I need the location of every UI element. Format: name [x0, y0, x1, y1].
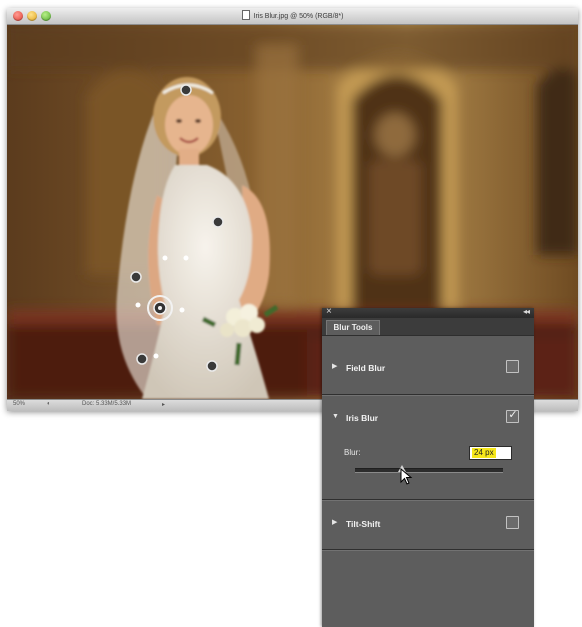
arrow-cursor-icon — [400, 468, 413, 485]
tilt-shift-header[interactable]: ▶ Tilt-Shift — [332, 516, 380, 530]
status-doc-size: Doc: 5.33M/5.33M — [82, 401, 132, 407]
blur-tools-panel: × ◂◂ Blur Tools ▶ Field Blur ▼ Iris Blur ✓… — [322, 306, 534, 627]
checkmark-icon: ✓ — [508, 409, 518, 421]
feather-handle[interactable] — [162, 255, 168, 261]
window-title: Iris Blur.jpg @ 50% (RGB/8*) — [253, 13, 344, 20]
iris-blur-section: ▼ Iris Blur ✓ Blur: 24 px — [322, 396, 534, 501]
tilt-shift-label: Tilt-Shift — [346, 519, 381, 529]
ellipse-handle-icon[interactable] — [180, 84, 192, 96]
window-titlebar[interactable]: Iris Blur.jpg @ 50% (RGB/8*) — [7, 8, 578, 25]
blur-amount-label: Blur: — [344, 448, 361, 457]
iris-blur-checkbox[interactable]: ✓ — [506, 409, 519, 423]
panel-header[interactable]: × ◂◂ — [322, 306, 534, 318]
feather-handle[interactable] — [183, 255, 189, 261]
tab-blur-tools[interactable]: Blur Tools — [326, 320, 380, 335]
feather-handle[interactable] — [179, 307, 185, 313]
field-blur-header[interactable]: ▶ Field Blur — [332, 360, 385, 374]
window-title-wrap: Iris Blur.jpg @ 50% (RGB/8*) — [7, 10, 578, 20]
blur-slider-track[interactable] — [355, 468, 503, 473]
tilt-shift-checkbox[interactable] — [506, 516, 519, 529]
disclosure-triangle-icon[interactable]: ▶ — [332, 516, 340, 530]
tilt-shift-section: ▶ Tilt-Shift — [322, 501, 534, 551]
ellipse-handle-icon[interactable] — [206, 360, 218, 372]
disclosure-triangle-icon[interactable]: ▶ — [332, 360, 340, 374]
status-menu-arrow-icon[interactable]: ▸ — [162, 401, 165, 408]
panel-tab-row: Blur Tools — [322, 318, 534, 336]
feather-handle[interactable] — [135, 302, 141, 308]
iris-blur-header[interactable]: ▼ Iris Blur — [332, 410, 378, 424]
feather-handle[interactable] — [153, 353, 159, 359]
status-icon: ◐ — [47, 401, 51, 407]
blur-pin-center — [158, 306, 162, 310]
status-zoom[interactable]: 50% — [13, 401, 25, 407]
blur-amount-value: 24 px — [472, 448, 496, 458]
ellipse-handle-icon[interactable] — [136, 353, 148, 365]
field-blur-section: ▶ Field Blur — [322, 336, 534, 396]
close-icon[interactable]: × — [326, 306, 332, 318]
field-blur-checkbox[interactable] — [506, 360, 519, 373]
blur-amount-field[interactable]: 24 px — [469, 446, 512, 460]
field-blur-label: Field Blur — [346, 363, 386, 373]
collapse-icon[interactable]: ◂◂ — [523, 307, 530, 316]
disclosure-triangle-icon[interactable]: ▼ — [332, 410, 340, 424]
iris-blur-label: Iris Blur — [346, 413, 379, 423]
ellipse-handle-icon[interactable] — [130, 271, 142, 283]
document-icon — [241, 10, 250, 20]
ellipse-handle-icon[interactable] — [212, 216, 224, 228]
